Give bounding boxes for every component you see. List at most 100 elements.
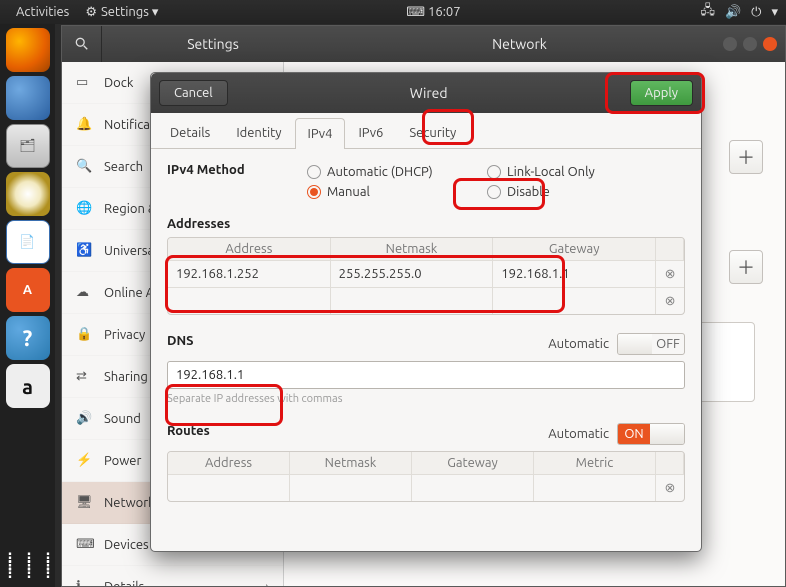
libreoffice-writer-icon[interactable]: 📄 [6, 220, 50, 264]
caret-down-icon[interactable]: ▾ [771, 5, 778, 20]
ubuntu-software-icon[interactable]: A [6, 268, 50, 312]
settings-headerbar: Settings Network [62, 26, 785, 62]
files-icon[interactable]: 🗂 [6, 124, 50, 168]
routes-title: Routes [167, 424, 210, 438]
dns-servers-input[interactable]: 192.168.1.1 [167, 361, 685, 389]
search-icon [75, 37, 89, 51]
keyboard-icon: ⌨ [406, 5, 425, 19]
route-gateway-input[interactable] [412, 475, 534, 501]
window-close-icon[interactable] [763, 37, 777, 51]
app-menu[interactable]: ⚙ Settings ▾ [77, 5, 166, 20]
thunderbird-icon[interactable] [6, 76, 50, 120]
settings-title: Settings [102, 36, 324, 52]
tab-details[interactable]: Details [157, 117, 223, 148]
netmask-input[interactable]: 255.255.255.0 [331, 261, 494, 287]
radio-disable[interactable]: Disable [487, 185, 667, 199]
sidebar-item-details[interactable]: ℹDetails› [62, 566, 283, 586]
add-wired-button[interactable]: ＋ [729, 140, 763, 174]
gear-icon: ⚙ [85, 5, 97, 20]
route-metric-input[interactable] [534, 475, 656, 501]
routes-automatic-label: Automatic [548, 427, 609, 441]
tab-identity[interactable]: Identity [223, 117, 294, 148]
address-row-empty: ⊗ [168, 287, 684, 314]
dns-title: DNS [167, 334, 194, 348]
switch-knob [650, 424, 684, 444]
address-input[interactable] [168, 288, 331, 314]
help-icon[interactable]: ? [6, 316, 50, 360]
delete-row-button[interactable]: ⊗ [656, 267, 684, 282]
window-minimize-icon[interactable] [723, 37, 737, 51]
add-vpn-button[interactable]: ＋ [729, 250, 763, 284]
devices-icon: ⌨ [76, 537, 92, 552]
connection-editor-dialog: Cancel Wired Apply Details Identity IPv4… [150, 72, 702, 552]
dns-hint: Separate IP addresses with commas [167, 393, 685, 405]
radio-manual[interactable]: Manual [307, 185, 487, 199]
dns-automatic-label: Automatic [548, 337, 609, 351]
tab-security[interactable]: Security [396, 117, 469, 148]
bell-icon: 🔔 [76, 117, 92, 132]
addresses-title: Addresses [167, 217, 685, 231]
col-gateway: Gateway [493, 238, 656, 260]
tab-ipv4[interactable]: IPv4 [295, 118, 346, 149]
activities-button[interactable]: Activities [8, 5, 77, 19]
show-apps-icon[interactable]: ⋮⋮⋮⋮⋮⋮⋮⋮⋮ [6, 543, 50, 587]
rhythmbox-icon[interactable] [6, 172, 50, 216]
ipv4-pane: IPv4 Method Automatic (DHCP) Link-Local … [151, 149, 701, 551]
firefox-icon[interactable] [6, 28, 50, 72]
radio-link-local[interactable]: Link-Local Only [487, 165, 667, 179]
col-gateway: Gateway [412, 452, 534, 474]
tab-ipv6[interactable]: IPv6 [345, 117, 396, 148]
cloud-icon: ☁ [76, 285, 92, 300]
gateway-input[interactable] [493, 288, 656, 314]
netmask-input[interactable] [331, 288, 494, 314]
close-icon: ⊗ [665, 481, 676, 496]
col-address: Address [168, 238, 331, 260]
power-icon: ⚡ [76, 453, 92, 468]
address-input[interactable]: 192.168.1.252 [168, 261, 331, 287]
chevron-right-icon: › [265, 580, 269, 587]
dialog-headerbar: Cancel Wired Apply [151, 73, 701, 113]
search-icon: 🔍 [76, 159, 92, 174]
search-button[interactable] [62, 26, 102, 62]
network-indicator-icon[interactable]: 🖧 [700, 1, 715, 23]
dns-automatic-toggle[interactable]: OFF [617, 333, 685, 355]
routes-table: Address Netmask Gateway Metric ⊗ [167, 451, 685, 502]
close-icon: ⊗ [665, 294, 676, 309]
col-netmask: Netmask [331, 238, 494, 260]
col-netmask: Netmask [290, 452, 412, 474]
delete-row-button[interactable]: ⊗ [656, 294, 684, 309]
apply-button[interactable]: Apply [630, 80, 693, 106]
dock-icon: ▭ [76, 75, 92, 90]
col-metric: Metric [534, 452, 656, 474]
routes-automatic-toggle[interactable]: ON [617, 423, 685, 445]
addresses-table: Address Netmask Gateway 192.168.1.252 25… [167, 237, 685, 315]
radio-icon [487, 185, 501, 199]
clock[interactable]: ⌨ 16:07 [166, 5, 700, 20]
radio-icon [307, 165, 321, 179]
lock-icon: 🔒 [76, 327, 92, 342]
route-row-empty: ⊗ [168, 474, 684, 501]
sound-icon: 🔊 [76, 411, 92, 426]
delete-row-button[interactable]: ⊗ [656, 481, 684, 496]
gateway-input[interactable]: 192.168.1.1 [493, 261, 656, 287]
cancel-button[interactable]: Cancel [159, 80, 228, 106]
route-address-input[interactable] [168, 475, 290, 501]
radio-icon [487, 165, 501, 179]
top-panel: Activities ⚙ Settings ▾ ⌨ 16:07 🖧 🔊 ⏻ ▾ [0, 0, 786, 24]
radio-automatic-dhcp[interactable]: Automatic (DHCP) [307, 165, 487, 179]
close-icon: ⊗ [665, 267, 676, 282]
amazon-icon[interactable]: a [6, 364, 50, 408]
address-row: 192.168.1.252 255.255.255.0 192.168.1.1 … [168, 260, 684, 287]
window-maximize-icon[interactable] [743, 37, 757, 51]
network-icon: 🖥 [76, 495, 92, 510]
power-indicator-icon[interactable]: ⏻ [751, 5, 761, 20]
launcher-dock: 🗂 📄 A ? a ⋮⋮⋮⋮⋮⋮⋮⋮⋮ [0, 24, 55, 587]
info-icon: ℹ [76, 579, 92, 586]
radio-icon [307, 185, 321, 199]
route-netmask-input[interactable] [290, 475, 412, 501]
accessibility-icon: ♿ [76, 243, 92, 258]
share-icon: ⇄ [76, 369, 92, 384]
sound-indicator-icon[interactable]: 🔊 [725, 5, 741, 20]
panel-title: Network [324, 36, 715, 52]
dialog-tabs: Details Identity IPv4 IPv6 Security [151, 113, 701, 149]
